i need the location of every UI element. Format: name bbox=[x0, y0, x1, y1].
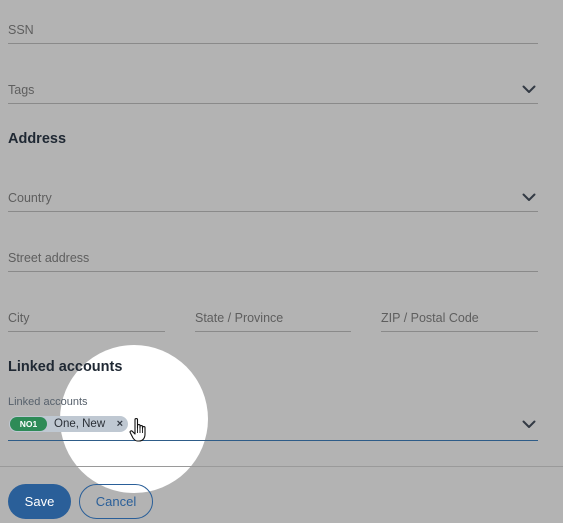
tags-select[interactable]: Tags bbox=[8, 78, 538, 104]
linked-accounts-section-title: Linked accounts bbox=[8, 359, 123, 375]
hand-pointer-icon bbox=[129, 418, 146, 442]
country-placeholder: Country bbox=[8, 191, 52, 205]
linked-accounts-label: Linked accounts bbox=[8, 396, 88, 408]
ssn-field[interactable]: SSN bbox=[8, 18, 538, 44]
chip-account-name: One, New bbox=[54, 418, 106, 430]
street-address-field[interactable]: Street address bbox=[8, 246, 538, 272]
tags-placeholder: Tags bbox=[8, 83, 35, 97]
chevron-down-icon[interactable] bbox=[522, 420, 536, 429]
zip-placeholder: ZIP / Postal Code bbox=[381, 311, 479, 325]
country-select[interactable]: Country bbox=[8, 186, 538, 212]
chevron-down-icon[interactable] bbox=[522, 193, 536, 202]
street-address-placeholder: Street address bbox=[8, 251, 90, 265]
city-placeholder: City bbox=[8, 311, 30, 325]
linked-accounts-select[interactable]: NO1 One, New × bbox=[8, 410, 538, 441]
cancel-button[interactable]: Cancel bbox=[79, 484, 153, 519]
linked-account-chip: NO1 One, New × bbox=[9, 416, 128, 432]
address-section-title: Address bbox=[8, 131, 67, 147]
save-button[interactable]: Save bbox=[8, 484, 71, 519]
chip-remove-icon[interactable]: × bbox=[117, 416, 123, 432]
state-field[interactable]: State / Province bbox=[195, 306, 351, 332]
zip-field[interactable]: ZIP / Postal Code bbox=[381, 306, 538, 332]
chip-account-code: NO1 bbox=[10, 417, 47, 431]
chevron-down-icon[interactable] bbox=[522, 85, 536, 94]
state-placeholder: State / Province bbox=[195, 311, 284, 325]
ssn-placeholder: SSN bbox=[8, 23, 34, 37]
city-field[interactable]: City bbox=[8, 306, 165, 332]
